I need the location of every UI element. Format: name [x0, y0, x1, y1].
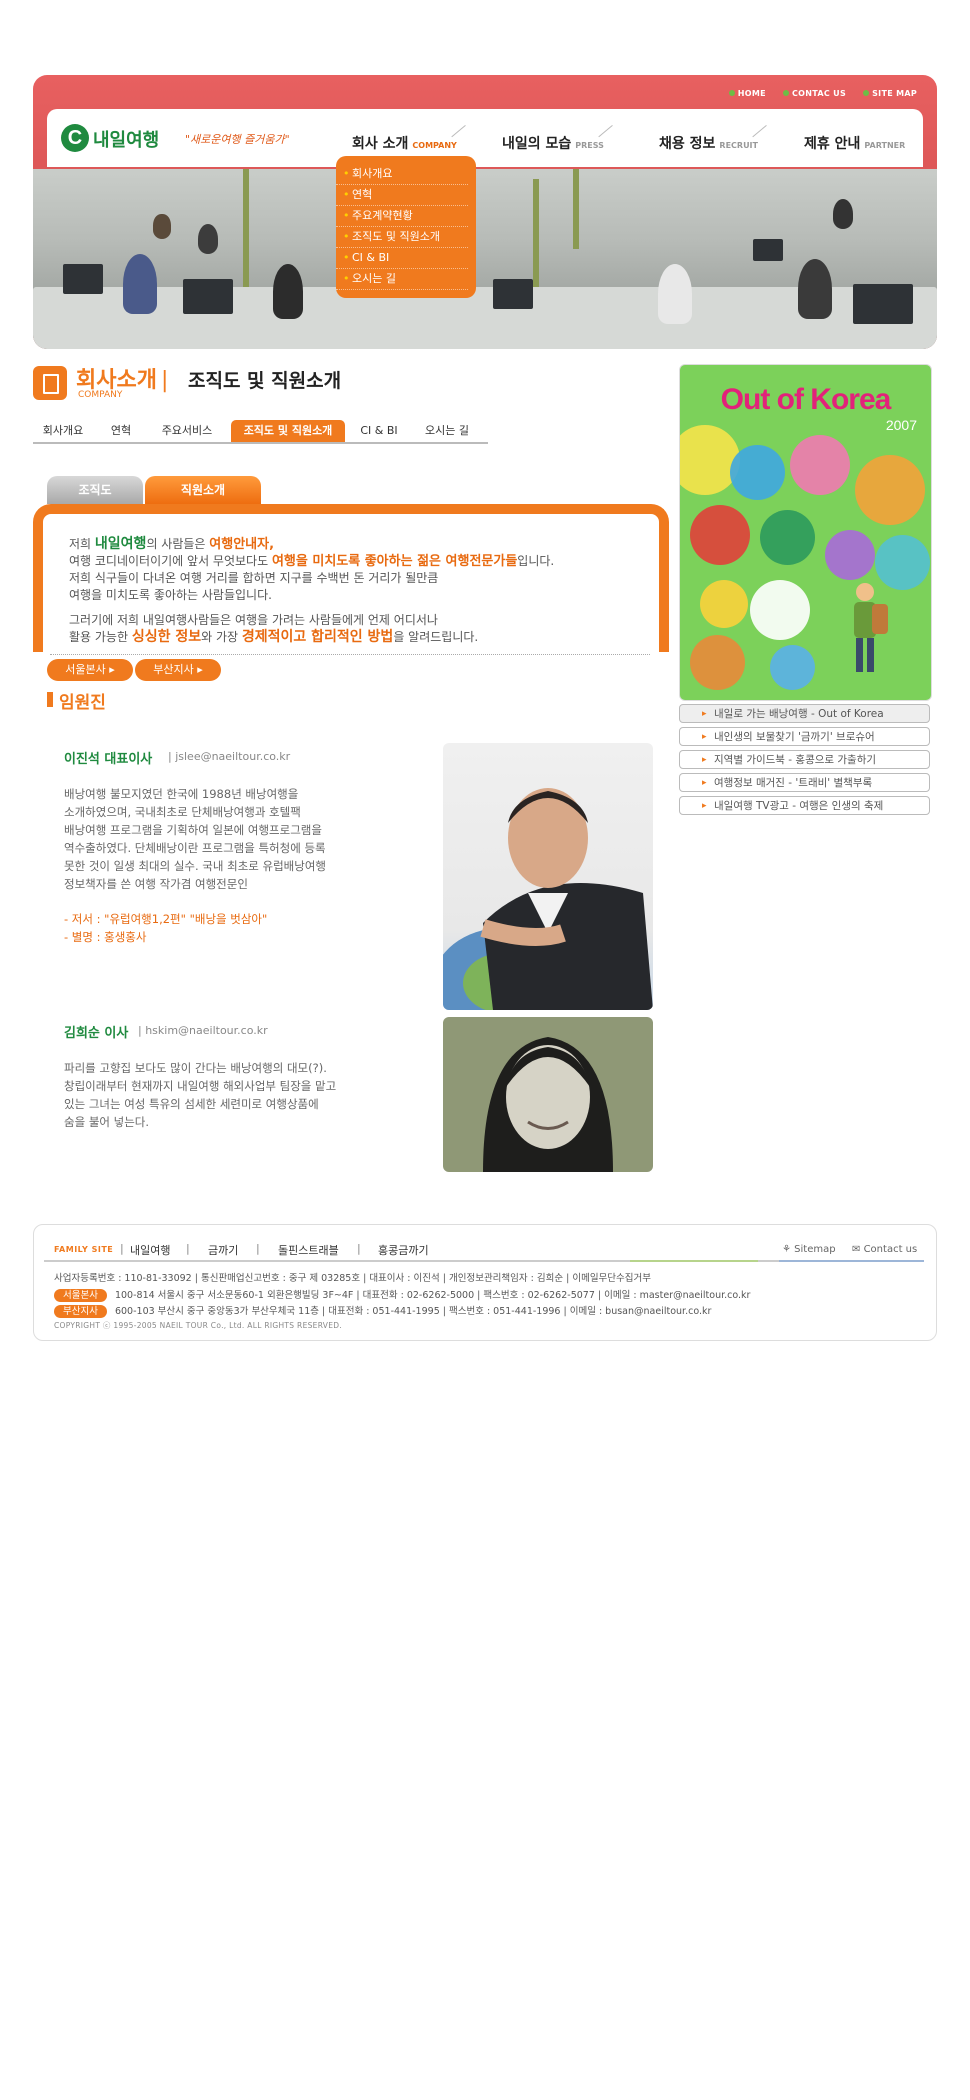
header-banner: HOME CONTAC US SITE MAP C 내일여행 "새로운여행 즐거… — [33, 75, 937, 349]
staff-1-name: 이진석 대표이사 — [64, 752, 153, 767]
footer-seoul-info: 서울본사 100-814 서울시 중구 서소문동60-1 외환은행빌딩 3F~4F… — [54, 1287, 750, 1302]
gnb-recruit-en: RECRUIT — [719, 141, 758, 150]
side-link-tv-ad[interactable]: 내일여행 TV광고 - 여행은 인생의 축제 — [679, 796, 930, 815]
seoul-badge: 서울본사 — [54, 1289, 107, 1302]
backpacker-icon — [854, 583, 888, 672]
logo-text: 내일여행 — [93, 130, 160, 151]
poster-year: 2007 — [885, 417, 917, 433]
gnb-partner[interactable]: 제휴 안내 PARTNER — [804, 133, 905, 153]
logo[interactable]: C 내일여행 — [61, 124, 177, 152]
page-title-en: COMPANY — [78, 390, 123, 400]
subtab-organization[interactable]: 조직도 및 직원소개 — [231, 420, 345, 442]
side-link-guidebook[interactable]: 지역별 가이드북 - 홍콩으로 가출하기 — [679, 750, 930, 769]
family-divider: | — [357, 1242, 361, 1255]
side-link-out-of-korea[interactable]: 내일로 가는 배낭여행 - Out of Korea — [679, 704, 930, 723]
tab-organization-chart[interactable]: 조직도 — [47, 476, 143, 504]
intro-divider — [50, 654, 650, 655]
staff-1-bio: 배낭여행 불모지였던 한국에 1988년 배낭여행을 소개하였으며, 국내최초로… — [64, 787, 327, 891]
title-divider: | — [160, 368, 169, 393]
submenu-item-ci-bi[interactable]: CI & BI — [336, 248, 468, 269]
intro-line-1: 저희 내일여행의 사람들은 여행안내자, — [69, 536, 275, 552]
mail-icon: ✉ — [852, 1244, 861, 1255]
submenu-item-history[interactable]: 연혁 — [336, 185, 468, 206]
gnb-partner-label: 제휴 안내 — [804, 136, 861, 152]
submenu-item-organization[interactable]: 조직도 및 직원소개 — [336, 227, 468, 248]
util-contact-link[interactable]: CONTAC US — [783, 89, 846, 98]
staff-1-portrait-icon — [443, 788, 653, 1010]
gnb-press[interactable]: 내일의 모습 PRESS — [502, 124, 626, 153]
gnb-partner-en: PARTNER — [864, 141, 906, 150]
footer-divider-accent — [630, 1260, 758, 1262]
gnb-recruit[interactable]: 채용 정보 RECRUIT — [659, 124, 780, 153]
staff-2-bio: 파리를 고향집 보다도 많이 간다는 배낭여행의 대모(?). 창립이래부터 현… — [64, 1061, 337, 1129]
company-submenu: 회사개요 연혁 주요계약현황 조직도 및 직원소개 CI & BI 오시는 길 — [336, 156, 476, 298]
page-subtitle: 조직도 및 직원소개 — [188, 370, 342, 392]
subtab-ci-bi[interactable]: CI & BI — [351, 420, 407, 442]
gnb-company-label: 회사 소개 — [352, 136, 409, 152]
intro-line-6: 활용 가능한 싱싱한 정보와 가장 경제적이고 합리적인 방법을 알려드립니다. — [69, 629, 479, 645]
family-link-geumkkagi[interactable]: 금까기 — [208, 1242, 238, 1258]
building-icon — [33, 366, 67, 400]
gnb-press-en: PRESS — [575, 141, 604, 150]
staff-2-portrait-icon — [483, 1037, 613, 1172]
footer-contact-link[interactable]: ✉ Contact us — [852, 1244, 917, 1255]
copyright: COPYRIGHT ⓒ 1995-2005 NAEIL TOUR Co., Lt… — [54, 1321, 343, 1330]
submenu-item-directions[interactable]: 오시는 길 — [336, 269, 468, 290]
sub-tabs: 회사개요 연혁 주요서비스 조직도 및 직원소개 CI & BI 오시는 길 — [33, 420, 488, 444]
staff-1-photo — [443, 743, 653, 1010]
family-link-naeil[interactable]: 내일여행 — [130, 1242, 170, 1258]
tagline: "새로운여행 즐거움가" — [185, 133, 290, 146]
staff-1-notes: - 저서 : "유럽여행1,2편" "배낭을 벗삼아" - 별명 : 홍생홍사 — [64, 912, 268, 944]
footer-business-info: 사업자등록번호 : 110-81-33092 | 통신판매업신고번호 : 중구 … — [54, 1273, 652, 1284]
family-divider: | — [120, 1242, 124, 1255]
subtab-services[interactable]: 주요서비스 — [153, 420, 221, 442]
side-link-magazine[interactable]: 여행정보 매거진 - '트래비' 별책부록 — [679, 773, 930, 792]
gnb-company-en: COMPANY — [412, 141, 457, 150]
family-divider: | — [256, 1242, 260, 1255]
footer-divider-accent — [779, 1260, 924, 1262]
intro-box: 저희 내일여행의 사람들은 여행안내자, 여행 코디네이터이기에 앞서 무엇보다… — [33, 504, 669, 652]
intro-line-3: 저희 식구들이 다녀온 여행 거리를 합하면 지구를 수백번 돈 거리가 될만큼 — [69, 571, 439, 585]
subtab-overview[interactable]: 회사개요 — [33, 420, 93, 442]
office-photo — [33, 169, 937, 349]
footer-sitemap-link[interactable]: ⚘ Sitemap — [782, 1244, 836, 1255]
intro-line-4: 여행을 미치도록 좋아하는 사람들입니다. — [69, 588, 272, 602]
family-divider: | — [186, 1242, 190, 1255]
staff-1-email[interactable]: | jslee@naeiltour.co.kr — [168, 750, 290, 763]
gnb-company[interactable]: 회사 소개 COMPANY — [352, 124, 479, 153]
family-link-hongkong[interactable]: 홍콩금까기 — [378, 1242, 429, 1258]
out-of-korea-poster[interactable]: Out of Korea 2007 — [679, 364, 932, 701]
footer-busan-info: 부산지사 600-103 부산시 중구 중앙동3가 부산우체국 11층 | 대표전… — [54, 1303, 711, 1318]
util-home-link[interactable]: HOME — [729, 89, 766, 98]
family-link-dolphins[interactable]: 돌핀스트래블 — [278, 1242, 339, 1258]
poster-title: Out of Korea — [720, 383, 892, 416]
submenu-item-overview[interactable]: 회사개요 — [336, 164, 468, 185]
staff-2-photo — [443, 1017, 653, 1172]
intro-line-5: 그러기에 저희 내일여행사람들은 여행을 가려는 사람들에게 언제 어디서나 — [69, 613, 438, 627]
branch-busan-button[interactable]: 부산지사 ▸ — [135, 659, 221, 681]
subtab-directions[interactable]: 오시는 길 — [415, 420, 479, 442]
logo-mark-icon: C — [61, 124, 89, 152]
gnb-press-label: 내일의 모습 — [502, 136, 572, 152]
brand-highlight: 내일여행 — [94, 536, 147, 552]
subtab-history[interactable]: 연혁 — [99, 420, 143, 442]
staff-2-email[interactable]: | hskim@naeiltour.co.kr — [138, 1024, 268, 1037]
family-site-label: FAMILY SITE — [54, 1245, 114, 1254]
intro-line-2: 여행 코디네이터이기에 앞서 무엇보다도 여행을 미치도록 좋아하는 젊은 여행… — [69, 554, 555, 569]
gnb-recruit-label: 채용 정보 — [659, 136, 716, 152]
utility-nav: HOME CONTAC US SITE MAP — [715, 89, 917, 98]
submenu-item-contracts[interactable]: 주요계약현황 — [336, 206, 468, 227]
side-link-brochure[interactable]: 내인생의 보물찾기 '금까기' 브로슈어 — [679, 727, 930, 746]
staff-2-name: 김희순 이사 — [64, 1026, 129, 1041]
branch-seoul-button[interactable]: 서울본사 ▸ — [47, 659, 133, 681]
footer: FAMILY SITE | 내일여행 | 금까기 | 돌핀스트래블 | 홍콩금까… — [33, 1224, 937, 1341]
section-title-executives: 임원진 — [47, 688, 106, 713]
util-sitemap-link[interactable]: SITE MAP — [863, 89, 917, 98]
main-nav-bar: C 내일여행 "새로운여행 즐거움가" 회사 소개 COMPANY 내일의 모습 P… — [47, 109, 923, 167]
sitemap-icon: ⚘ — [782, 1244, 791, 1255]
busan-badge: 부산지사 — [54, 1305, 107, 1318]
tab-staff-intro[interactable]: 직원소개 — [145, 476, 261, 504]
